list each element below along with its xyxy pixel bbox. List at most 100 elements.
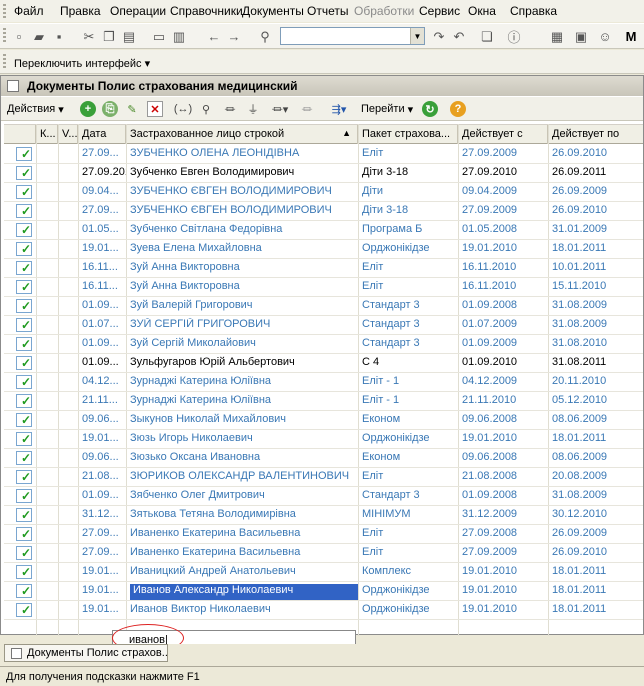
menu-documents[interactable]: Документы: [242, 4, 304, 18]
open-folder-icon[interactable]: ▰: [30, 28, 48, 45]
windows-icon[interactable]: ❏: [478, 28, 496, 45]
paste-icon[interactable]: ▤: [120, 28, 138, 45]
filter-icon[interactable]: ⏛: [221, 101, 239, 117]
table-row[interactable]: ✓ 01.07... ЗУЙ СЕРГІЙ ГРИГОРОВИЧ Стандарт 3…: [4, 316, 643, 335]
posted-document-icon: ✓: [16, 375, 32, 389]
menu-reports[interactable]: Отчеты: [307, 4, 348, 18]
cell-valid-from: 09.06.2008: [462, 413, 518, 425]
cell-package: Стандарт 3: [362, 299, 420, 311]
interface-bar: Переключить интерфейс ▾: [0, 50, 644, 74]
table-row[interactable]: ✓ 01.09... Зябченко Олег Дмитрович Стандарт…: [4, 487, 643, 506]
interface-grip[interactable]: [3, 54, 6, 68]
cell-insured-person: ЗУБЧЕНКО ЄВГЕН ВОЛОДИМИРОВИЧ: [130, 204, 332, 216]
menu-processing[interactable]: Обработки: [354, 4, 414, 18]
table-row[interactable]: ✓ 21.11... Зурнаджі Катерина Юліївна Еліт -…: [4, 392, 643, 411]
table-row[interactable]: ✓ 01.05... Зубченко Світлана Федорівна Прог…: [4, 221, 643, 240]
menu-service[interactable]: Сервис: [419, 4, 460, 18]
toolbar-search-combo[interactable]: ▼: [280, 27, 425, 45]
column-header-insured-person[interactable]: Застрахованное лицо строкой ▲: [126, 125, 358, 144]
info-icon[interactable]: ⓘ: [505, 28, 523, 45]
cell-valid-to: 31.08.2010: [552, 337, 608, 349]
header-icon-column[interactable]: [4, 125, 36, 144]
cell-valid-to: 26.09.2009: [552, 185, 608, 197]
table-row[interactable]: ✓ 27.09.2010 Зубченко Евген Володимирович Д…: [4, 164, 643, 183]
table-row[interactable]: ✓ 09.06... Зыкунов Николай Михайлович Еконо…: [4, 411, 643, 430]
column-header-date[interactable]: Дата: [78, 125, 126, 144]
column-header-valid-to[interactable]: Действует по: [548, 125, 643, 144]
users-icon[interactable]: ☺: [596, 28, 614, 45]
cell-date: 01.07...: [82, 318, 119, 330]
table-row[interactable]: ✓ 04.12... Зурнаджі Катерина Юліївна Еліт -…: [4, 373, 643, 392]
edit-icon[interactable]: ✎: [123, 101, 141, 117]
table-row[interactable]: ✓ 16.11... Зуй Анна Викторовна Еліт 16.11.20…: [4, 259, 643, 278]
table-row[interactable]: ✓ 19.01... Иваницкий Андрей Анатольевич Ком…: [4, 563, 643, 582]
cell-package: Комплекс: [362, 565, 412, 577]
menu-windows[interactable]: Окна: [468, 4, 496, 18]
copy-row-icon[interactable]: ⎘: [101, 101, 119, 117]
actions-menu-button[interactable]: Действия ▾: [7, 101, 64, 117]
menu-edit[interactable]: Правка: [60, 4, 101, 18]
menu-help[interactable]: Справка: [510, 4, 557, 18]
cell-date: 16.11...: [82, 261, 118, 273]
print-preview-icon[interactable]: ▥: [170, 28, 188, 45]
help-icon[interactable]: ?: [449, 101, 467, 117]
filter-by-value-icon[interactable]: ⏚: [244, 101, 262, 117]
window-tab-bar: Документы Полис страхов...: [0, 644, 644, 662]
menu-file[interactable]: Файл: [14, 4, 44, 18]
find-prev-icon[interactable]: ↶: [450, 28, 468, 45]
calculator-icon[interactable]: ▦: [548, 28, 566, 45]
cell-insured-person: ЗЮРИКОВ ОЛЕКСАНДР ВАЛЕНТИНОВИЧ: [130, 470, 350, 482]
menu-operations[interactable]: Операции: [110, 4, 166, 18]
table-row[interactable]: ✓ 09.04... ЗУБЧЕНКО ЄВГЕН ВОЛОДИМИРОВИЧ Діт…: [4, 183, 643, 202]
filter-history-icon[interactable]: ⏛▾: [267, 101, 293, 117]
chevron-down-icon[interactable]: ▼: [410, 28, 424, 44]
refresh-icon[interactable]: ↻: [421, 101, 439, 117]
column-header-package[interactable]: Пакет страхова...: [358, 125, 458, 144]
table-row[interactable]: ✓ 27.09... Иваненко Екатерина Васильевна Ел…: [4, 525, 643, 544]
table-row[interactable]: ✓ 09.06... Зюзько Оксана Ивановна Економ 09.…: [4, 449, 643, 468]
switch-interface-button[interactable]: Переключить интерфейс ▾: [14, 57, 150, 70]
m-icon[interactable]: M: [622, 28, 640, 45]
structure-icon[interactable]: ⇶▾: [326, 101, 352, 117]
cell-valid-to: 18.01.2011: [552, 603, 607, 615]
cut-icon[interactable]: ✂: [80, 28, 98, 45]
column-header-k[interactable]: К...: [36, 125, 58, 144]
table-row[interactable]: ✓ 27.09... ЗУБЧЕНКО ОЛЕНА ЛЕОНІДІВНА Еліт 27…: [4, 145, 643, 164]
save-icon[interactable]: ▪: [50, 28, 68, 45]
cell-valid-from: 21.08.2008: [462, 470, 518, 482]
find-icon[interactable]: ⚲: [256, 28, 274, 45]
search-icon[interactable]: ⚲: [197, 101, 215, 117]
window-tab-documents[interactable]: Документы Полис страхов...: [4, 644, 168, 662]
table-row[interactable]: ✓ 16.11... Зуй Анна Викторовна Еліт 16.11.20…: [4, 278, 643, 297]
clear-filter-icon[interactable]: ⏛: [298, 101, 316, 117]
calendar-icon[interactable]: ▣: [572, 28, 590, 45]
table-row[interactable]: ✓ 21.08... ЗЮРИКОВ ОЛЕКСАНДР ВАЛЕНТИНОВИЧ Е…: [4, 468, 643, 487]
menu-references[interactable]: Справочники: [170, 4, 243, 18]
cell-insured-person: Зыкунов Николай Михайлович: [130, 413, 287, 425]
delete-icon[interactable]: ✕: [146, 101, 164, 117]
add-icon[interactable]: +: [79, 101, 97, 117]
table-row[interactable]: ✓ 01.09... Зуй Сергій Миколайович Стандарт …: [4, 335, 643, 354]
column-header-v[interactable]: V...: [58, 125, 78, 144]
copy-icon[interactable]: ❐: [100, 28, 118, 45]
toolbar-grip[interactable]: [3, 28, 6, 42]
table-row[interactable]: ✓ 19.01... Иванов Виктор Николаевич Орджоні…: [4, 601, 643, 620]
table-row[interactable]: ✓ 27.09... Иваненко Екатерина Васильевна Ел…: [4, 544, 643, 563]
print-icon[interactable]: ▭: [150, 28, 168, 45]
column-header-valid-from[interactable]: Действует с: [458, 125, 548, 144]
undo-icon[interactable]: ←: [205, 28, 223, 45]
redo-icon[interactable]: →: [225, 28, 243, 45]
table-row[interactable]: ✓ 01.09... Зуй Валерій Григорович Стандарт …: [4, 297, 643, 316]
table-row[interactable]: ✓ 27.09... ЗУБЧЕНКО ЄВГЕН ВОЛОДИМИРОВИЧ Діт…: [4, 202, 643, 221]
table-row[interactable]: ✓ 19.01... Иванов Александр Николаевич Ордж…: [4, 582, 643, 601]
window-title-bar[interactable]: Документы Полис страхования медицинский: [1, 76, 643, 96]
table-row[interactable]: ✓ 01.09... Зульфугаров Юрій Альбертович С 4…: [4, 354, 643, 373]
new-document-icon[interactable]: ▫: [10, 28, 28, 45]
table-row[interactable]: ✓ 31.12... Зятькова Тетяна Володимирівна МІ…: [4, 506, 643, 525]
find-next-icon[interactable]: ↷: [430, 28, 448, 45]
interval-icon[interactable]: (↔): [174, 101, 192, 117]
table-row[interactable]: ✓ 19.01... Зюзь Игорь Николаевич Орджонікід…: [4, 430, 643, 449]
table-row[interactable]: ✓ 19.01... Зуева Елена Михайловна Орджонікі…: [4, 240, 643, 259]
goto-menu-button[interactable]: Перейти ▾: [361, 101, 413, 117]
menu-grip[interactable]: [3, 4, 6, 18]
